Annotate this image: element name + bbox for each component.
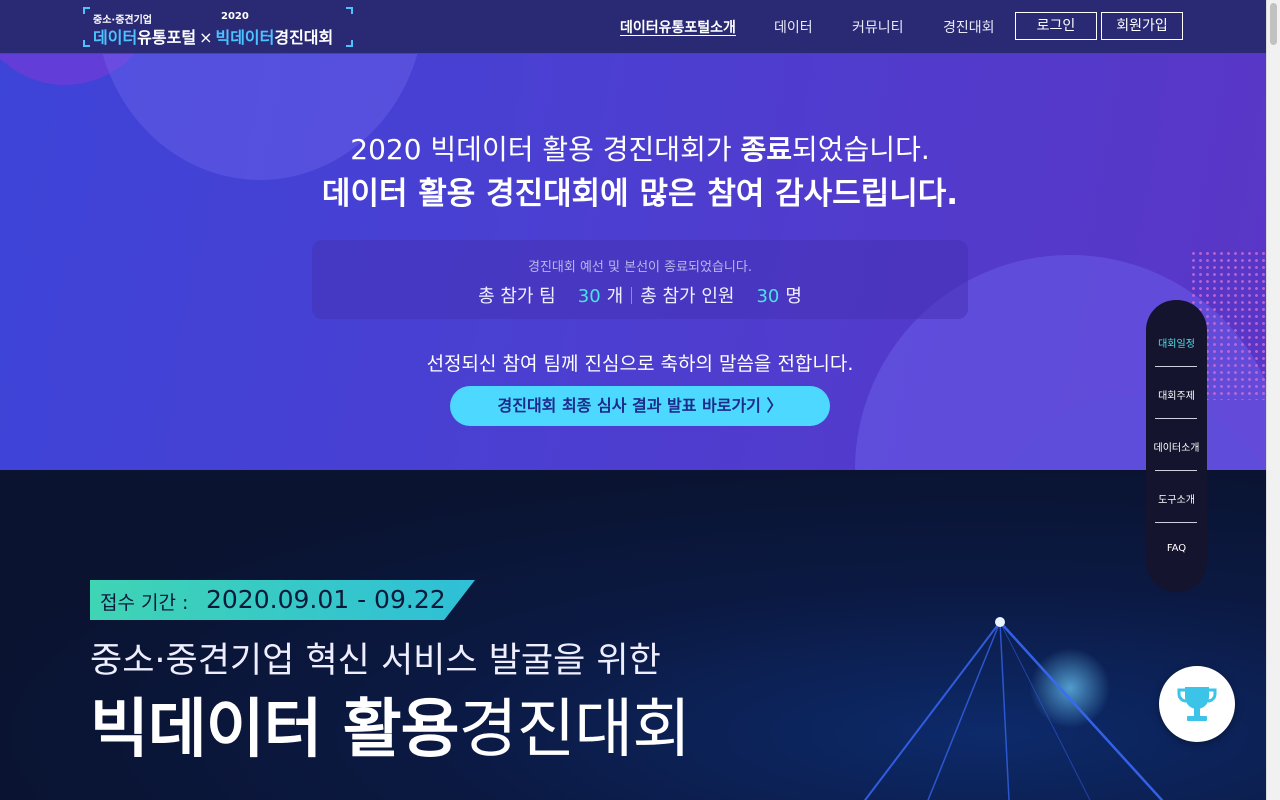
teams-count: 30 <box>577 286 601 307</box>
hero-heading-line1: 2020 빅데이터 활용 경진대회가 종료되었습니다. <box>350 133 930 166</box>
trophy-icon <box>1177 687 1217 721</box>
page-scrollbar[interactable] <box>1266 0 1280 800</box>
period-label: 접수 기간 : <box>100 592 189 614</box>
logo-year: 2020 <box>221 11 249 22</box>
contest-subtitle: 중소·중견기업 혁신 서비스 발굴을 위한 <box>90 641 661 681</box>
hero-section: 중소·중견기업 2020 데이터유통포털 × 빅데이터경진대회 데이터유통포털소개 … <box>0 0 1266 470</box>
contest-banner: 접수 기간 : 2020.09.01 - 09.22 중소·중견기업 혁신 서비… <box>0 470 1266 800</box>
period-value: 2020.09.01 - 09.22 <box>206 585 446 614</box>
sidenav-topic[interactable]: 대회주제 <box>1146 387 1207 402</box>
nav-data[interactable]: 데이터 <box>774 17 813 37</box>
stats-box: 경진대회 예선 및 본선이 종료되었습니다. 총 참가 팀 30 개 총 참가 인원 3… <box>312 240 968 319</box>
scrollbar-thumb[interactable] <box>1270 3 1277 45</box>
sidenav-faq[interactable]: FAQ <box>1146 543 1207 554</box>
submission-period-badge: 접수 기간 : 2020.09.01 - 09.22 <box>90 580 475 620</box>
stats-line: 총 참가 팀 30 개 총 참가 인원 30 명 <box>478 286 802 307</box>
nav-contest[interactable]: 경진대회 <box>943 17 995 37</box>
logo-title: 데이터유통포털 × 빅데이터경진대회 <box>93 28 334 47</box>
results-cta-button[interactable]: 경진대회 최종 심사 결과 발표 바로가기 〉 <box>450 386 830 426</box>
congrats-text: 선정되신 참여 팀께 진심으로 축하의 말씀을 전합니다. <box>426 353 854 375</box>
login-button[interactable]: 로그인 <box>1015 12 1097 40</box>
hero-heading-line2: 데이터 활용 경진대회에 많은 참여 감사드립니다. <box>321 176 959 212</box>
signup-button[interactable]: 회원가입 <box>1101 12 1183 40</box>
sidenav-tools[interactable]: 도구소개 <box>1146 491 1207 506</box>
nav-portal-intro[interactable]: 데이터유통포털소개 <box>620 17 736 37</box>
contest-title: 빅데이터 활용경진대회 <box>90 693 691 767</box>
site-logo[interactable]: 중소·중견기업 2020 데이터유통포털 × 빅데이터경진대회 <box>83 7 353 47</box>
sidenav-data[interactable]: 데이터소개 <box>1146 439 1207 454</box>
nav-community[interactable]: 커뮤니티 <box>852 17 904 37</box>
site-header: 중소·중견기업 2020 데이터유통포털 × 빅데이터경진대회 데이터유통포털소개 … <box>0 0 1266 54</box>
sidenav-schedule[interactable]: 대회일정 <box>1146 335 1207 350</box>
trophy-button[interactable] <box>1159 666 1235 742</box>
side-quick-nav: 대회일정 대회주제 데이터소개 도구소개 FAQ <box>1146 300 1207 592</box>
people-count: 30 <box>756 286 780 307</box>
stats-note: 경진대회 예선 및 본선이 종료되었습니다. <box>528 260 752 275</box>
